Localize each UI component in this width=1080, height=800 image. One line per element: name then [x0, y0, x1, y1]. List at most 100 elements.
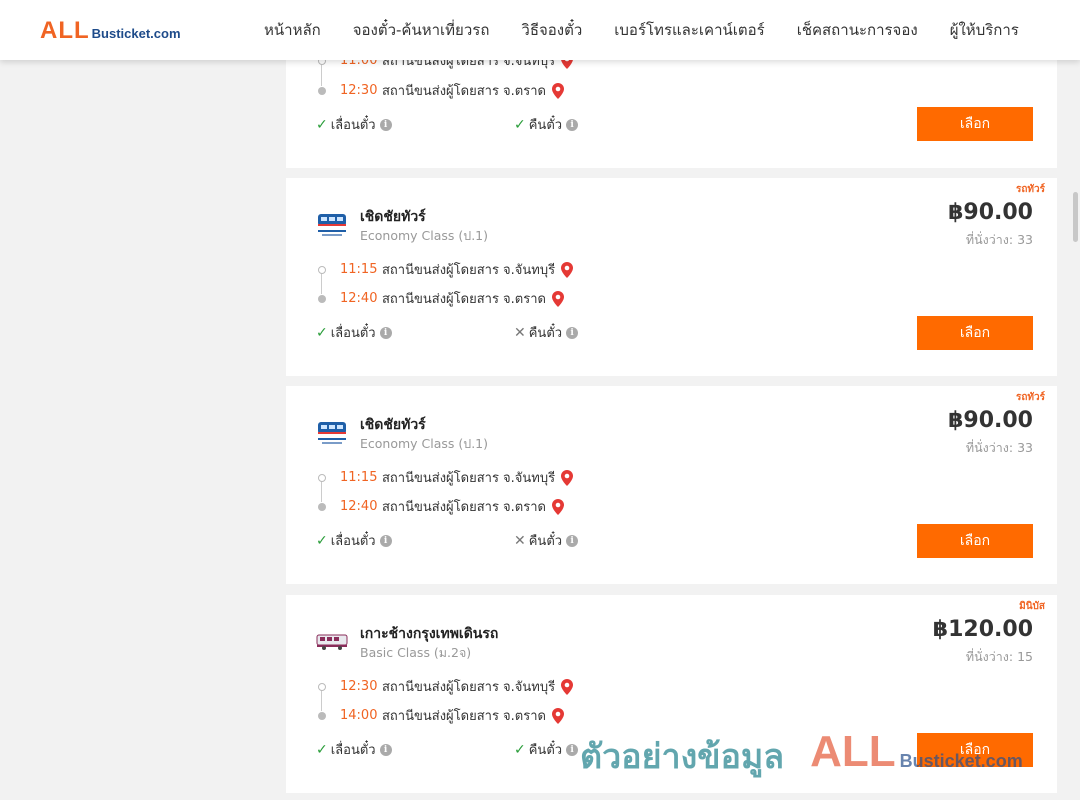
operator-name: เชิดชัยทัวร์: [360, 417, 426, 433]
departure-stop: 11:15 สถานีขนส่งผู้โดยสาร จ.จันทบุรี: [318, 259, 574, 280]
departure-station: สถานีขนส่งผู้โดยสาร จ.จันทบุรี: [382, 680, 556, 695]
arrival-time: 12:30: [340, 83, 378, 98]
vehicle-type-badge: มินิบัส: [1019, 601, 1045, 612]
info-icon[interactable]: i: [566, 118, 579, 131]
seats-available: ที่นั่งว่าง: 33: [965, 440, 1033, 455]
cross-icon: ✕: [514, 324, 526, 341]
logo-all: ALL: [40, 17, 90, 44]
ticket-price: ฿90.00: [948, 408, 1033, 433]
service-class: Economy Class (ป.1): [360, 228, 489, 243]
location-pin-icon: [551, 290, 564, 307]
arrival-station: สถานีขนส่งผู้โดยสาร จ.ตราด: [382, 292, 546, 307]
departure-time: 11:15: [340, 262, 378, 277]
seats-available: ที่นั่งว่าง: 15: [965, 649, 1033, 664]
scrollbar-thumb[interactable]: [1073, 192, 1078, 242]
info-icon[interactable]: i: [379, 118, 392, 131]
info-icon[interactable]: i: [379, 534, 392, 547]
vehicle-type-badge: รถทัวร์: [1015, 392, 1045, 403]
location-pin-icon: [551, 707, 564, 724]
nav-how-to-book[interactable]: วิธีจองตั๋ว: [505, 18, 598, 42]
minibus-logo-icon: [316, 634, 348, 650]
trip-card: มินิบัส เกาะช้างกรุงเทพเดินรถ Basic Clas…: [286, 595, 1057, 793]
vehicle-type-badge: รถทัวร์: [1015, 184, 1045, 195]
check-icon: ✓: [316, 741, 328, 758]
arrival-stop: 12:30 สถานีขนส่งผู้โดยสาร จ.ตราด: [318, 80, 564, 101]
policy-reschedule: ✓ เลื่อนตั๋ว i: [316, 739, 392, 760]
nav-book-search[interactable]: จองตั๋ว-ค้นหาเที่ยวรถ: [337, 18, 506, 42]
check-icon: ✓: [316, 532, 328, 549]
policy-label: คืนตั๋ว: [528, 326, 563, 341]
ticket-price: ฿90.00: [948, 200, 1033, 225]
policy-refund: ✕ คืนตั๋ว i: [514, 322, 579, 343]
policy-refund: ✕ คืนตั๋ว i: [514, 530, 579, 551]
arrival-dot: [318, 502, 326, 511]
policy-refund: ✓ คืนตั๋ว i: [514, 114, 579, 135]
location-pin-icon: [561, 469, 574, 486]
departure-station: สถานีขนส่งผู้โดยสาร จ.จันทบุรี: [382, 263, 556, 278]
arrival-time: 12:40: [340, 499, 378, 514]
location-pin-icon: [561, 678, 574, 695]
info-icon[interactable]: i: [379, 743, 392, 756]
check-icon: ✓: [316, 324, 328, 341]
policy-reschedule: ✓ เลื่อนตั๋ว i: [316, 530, 392, 551]
arrival-dot: [318, 711, 326, 720]
site-logo[interactable]: ALL Busticket.com: [40, 17, 181, 45]
arrival-stop: 14:00 สถานีขนส่งผู้โดยสาร จ.ตราด: [318, 705, 564, 726]
policy-reschedule: ✓ เลื่อนตั๋ว i: [316, 322, 392, 343]
departure-time: 12:30: [340, 679, 378, 694]
logo-busticket: Busticket.com: [91, 26, 181, 41]
policy-label: เลื่อนตั๋ว: [330, 534, 376, 549]
policy-label: เลื่อนตั๋ว: [330, 326, 376, 341]
service-class: Economy Class (ป.1): [360, 436, 489, 451]
service-class: Basic Class (ม.2จ): [360, 645, 472, 660]
trip-card: รถทัวร์ เชิดชัยทัวร์ Economy Class (ป.1)…: [286, 178, 1057, 376]
operator-logo-icon: [318, 422, 346, 444]
arrival-stop: 12:40 สถานีขนส่งผู้โดยสาร จ.ตราด: [318, 288, 564, 309]
nav-contact-counters[interactable]: เบอร์โทรและเคาน์เตอร์: [598, 18, 780, 42]
ticket-price: ฿120.00: [932, 617, 1033, 642]
departure-dot: [318, 265, 326, 274]
info-icon[interactable]: i: [566, 326, 579, 339]
trip-card: รถทัวร์ เชิดชัยทัวร์ Economy Class (ป.1)…: [286, 386, 1057, 584]
operator-name: เชิดชัยทัวร์: [360, 209, 426, 225]
nav-home[interactable]: หน้าหลัก: [248, 18, 337, 42]
select-trip-button[interactable]: เลือก: [917, 107, 1033, 141]
check-icon: ✓: [316, 116, 328, 133]
nav-operators[interactable]: ผู้ให้บริการ: [934, 18, 1035, 42]
arrival-dot: [318, 294, 326, 303]
select-trip-button[interactable]: เลือก: [917, 316, 1033, 350]
location-pin-icon: [551, 498, 564, 515]
nav-check-booking[interactable]: เช็คสถานะการจอง: [781, 18, 934, 42]
departure-dot: [318, 473, 326, 482]
departure-stop: 11:15 สถานีขนส่งผู้โดยสาร จ.จันทบุรี: [318, 467, 574, 488]
site-header: ALL Busticket.com หน้าหลัก จองตั๋ว-ค้นหา…: [0, 0, 1080, 60]
arrival-time: 12:40: [340, 291, 378, 306]
info-icon[interactable]: i: [566, 534, 579, 547]
seats-available: ที่นั่งว่าง: 33: [965, 232, 1033, 247]
cross-icon: ✕: [514, 532, 526, 549]
operator-name: เกาะช้างกรุงเทพเดินรถ: [360, 626, 499, 642]
select-trip-button[interactable]: เลือก: [917, 524, 1033, 558]
policy-label: เลื่อนตั๋ว: [330, 743, 376, 758]
info-icon[interactable]: i: [379, 326, 392, 339]
arrival-dot: [318, 86, 326, 95]
location-pin-icon: [551, 82, 564, 99]
check-icon: ✓: [514, 741, 526, 758]
arrival-stop: 12:40 สถานีขนส่งผู้โดยสาร จ.ตราด: [318, 496, 564, 517]
main-nav: หน้าหลัก จองตั๋ว-ค้นหาเที่ยวรถ วิธีจองตั…: [248, 0, 1035, 60]
policy-label: เลื่อนตั๋ว: [330, 118, 376, 133]
location-pin-icon: [561, 261, 574, 278]
policy-label: คืนตั๋ว: [528, 534, 563, 549]
check-icon: ✓: [514, 116, 526, 133]
departure-station: สถานีขนส่งผู้โดยสาร จ.จันทบุรี: [382, 471, 556, 486]
info-icon[interactable]: i: [566, 743, 579, 756]
arrival-station: สถานีขนส่งผู้โดยสาร จ.ตราด: [382, 84, 546, 99]
arrival-station: สถานีขนส่งผู้โดยสาร จ.ตราด: [382, 709, 546, 724]
departure-dot: [318, 682, 326, 691]
select-trip-button[interactable]: เลือก: [917, 733, 1033, 767]
arrival-station: สถานีขนส่งผู้โดยสาร จ.ตราด: [382, 500, 546, 515]
policy-reschedule: ✓ เลื่อนตั๋ว i: [316, 114, 392, 135]
departure-stop: 12:30 สถานีขนส่งผู้โดยสาร จ.จันทบุรี: [318, 676, 574, 697]
departure-time: 11:15: [340, 470, 378, 485]
arrival-time: 14:00: [340, 708, 378, 723]
